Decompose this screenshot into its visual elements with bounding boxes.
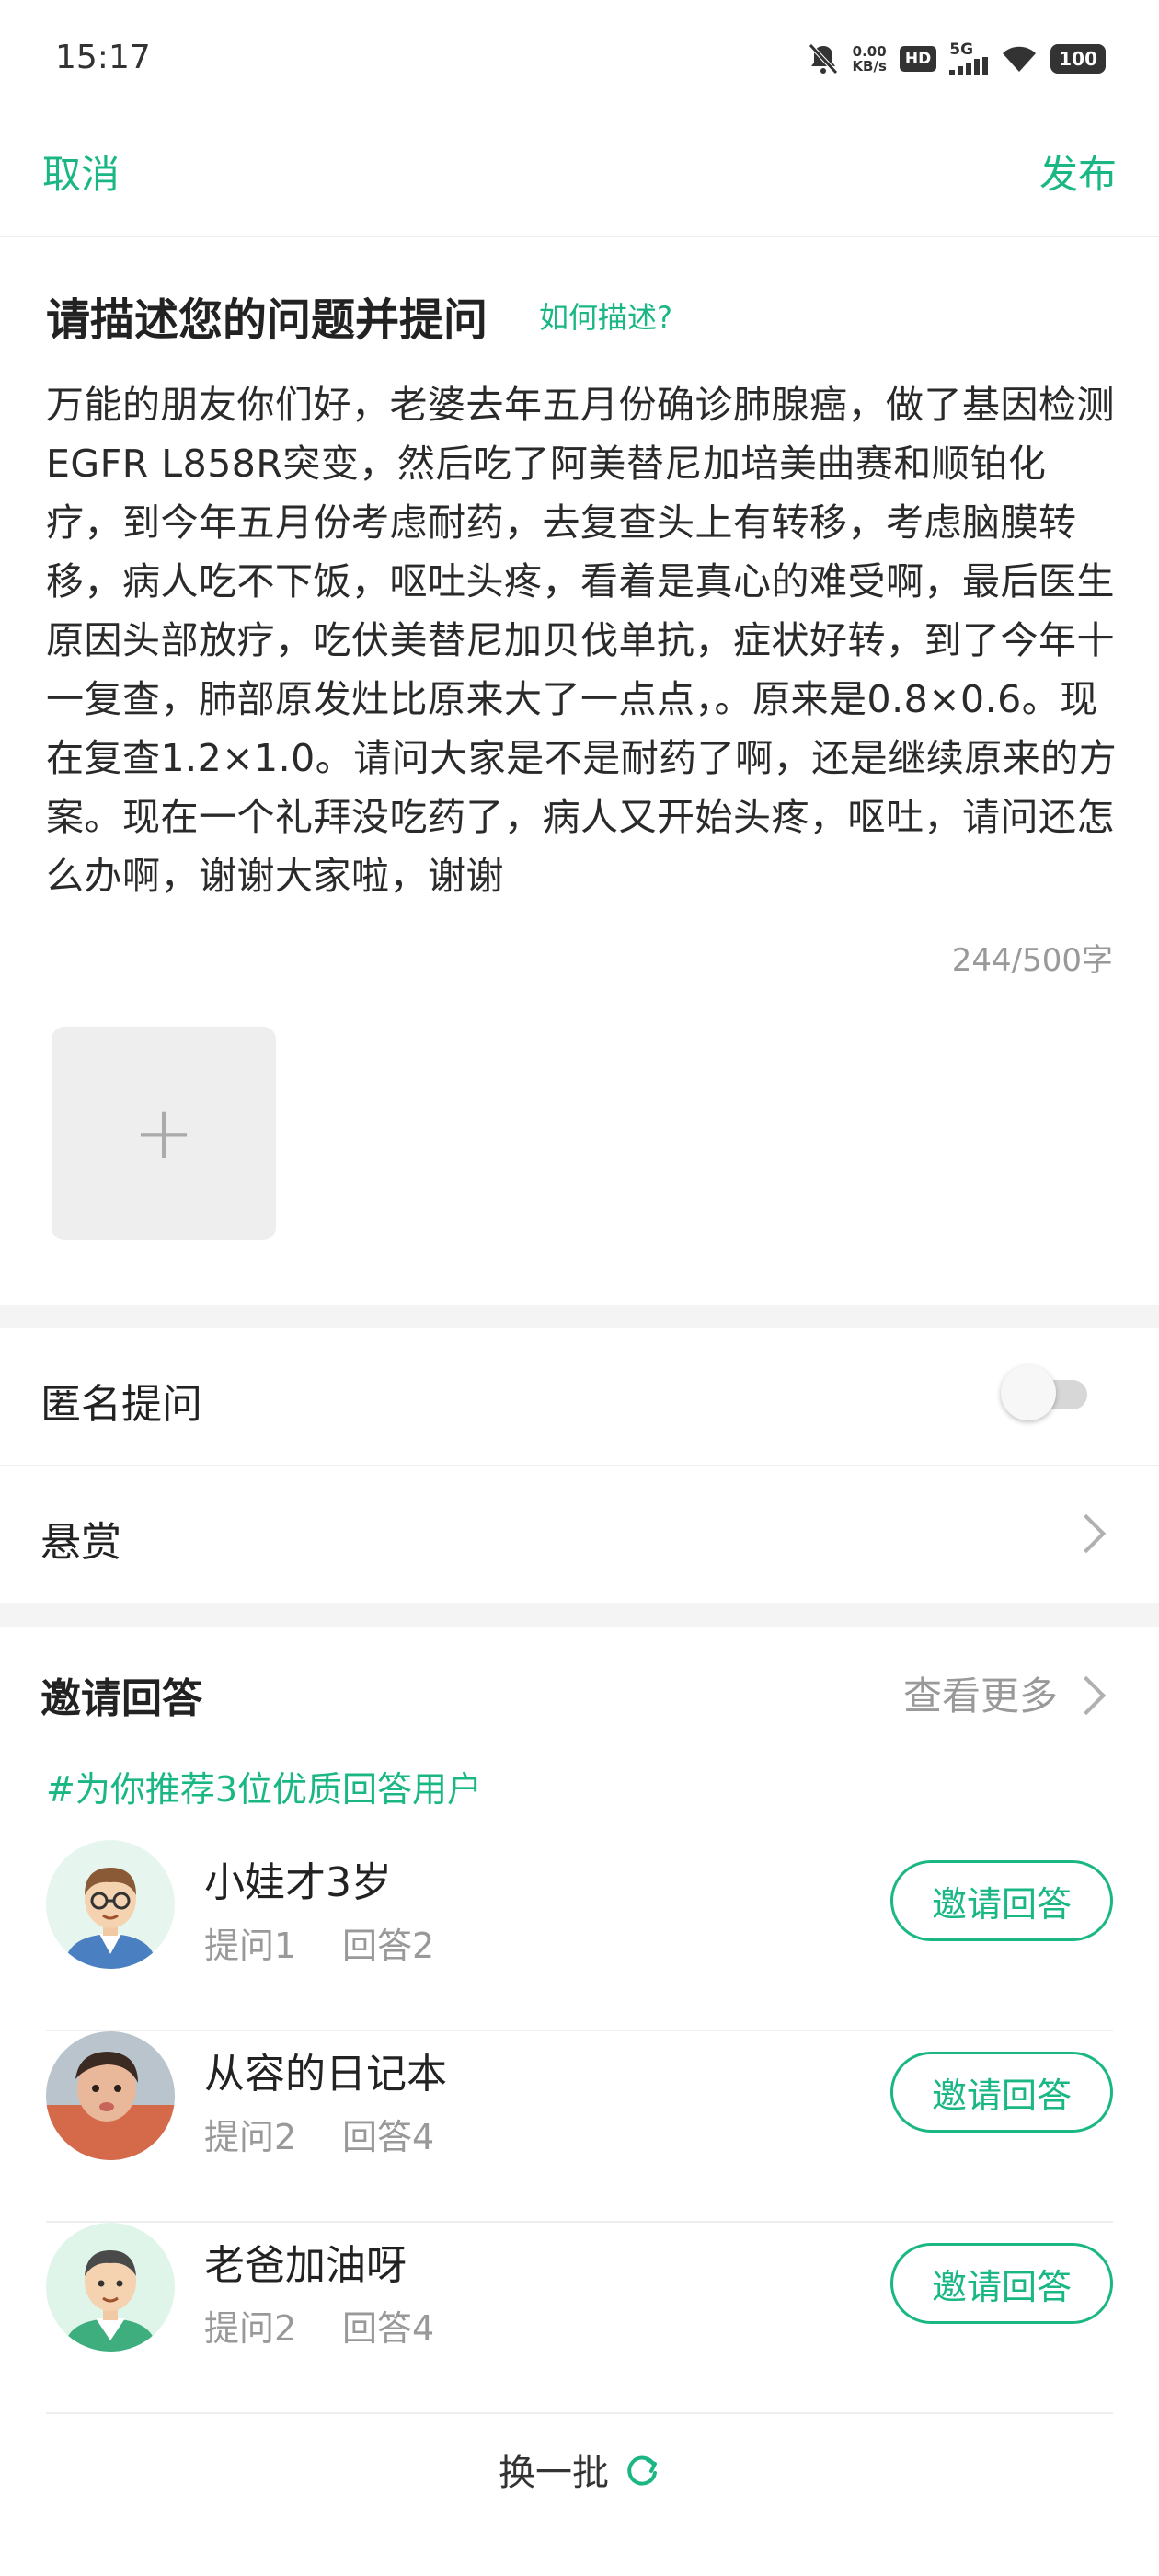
status-icons: 0.00 KB/s HD 5G 100 [808,39,1106,79]
refresh-button[interactable]: 换一批 [0,2443,1159,2496]
hd-badge: HD [899,46,937,72]
invite-answer-button[interactable]: 邀请回答 [890,2243,1113,2324]
user-question-count: 提问1 [204,1926,297,1966]
reward-label: 悬赏 [40,1519,121,1566]
user-name: 小娃才3岁 [204,1859,392,1906]
list-item: 从容的日记本 提问2 回答4 邀请回答 [46,2031,1113,2223]
toggle-knob [1001,1365,1056,1420]
question-title: 请描述您的问题并提问 [46,294,488,346]
wifi-icon [1003,46,1037,72]
plus-icon: + [132,1090,195,1176]
status-time: 15:17 [55,39,151,76]
net-speed-value: 0.00 [852,43,887,60]
network-type: 5G [949,40,974,59]
battery-icon: 100 [1050,44,1106,74]
user-name: 从容的日记本 [204,2051,447,2098]
invite-title: 邀请回答 [40,1675,202,1722]
question-textarea[interactable]: 万能的朋友你们好，老婆去年五月份确诊肺腺癌，做了基因检测EGFR L858R突变… [46,375,1122,905]
anonymous-label: 匿名提问 [40,1381,202,1428]
anonymous-row: 匿名提问 [0,1328,1159,1463]
section-gap [0,1305,1159,1328]
divider [46,2412,1113,2414]
how-to-describe-link[interactable]: 如何描述? [539,294,672,337]
avatar [46,2223,175,2352]
user-answer-count: 回答4 [342,2117,435,2157]
section-gap [0,1603,1159,1627]
invite-answer-button[interactable]: 邀请回答 [890,1860,1113,1941]
refresh-icon [627,2455,657,2486]
recommend-text: #为你推荐3位优质回答用户 [46,1769,483,1810]
bell-off-icon [809,43,839,75]
refresh-inner: 换一批 [499,2443,660,2496]
user-question-count: 提问2 [204,2308,297,2349]
net-speed: 0.00 KB/s [852,44,886,74]
avatar [46,1840,175,1969]
see-more-link[interactable]: 查看更多 [903,1665,1058,1721]
chevron-right-icon [1066,1513,1107,1554]
net-speed-unit: KB/s [852,58,887,75]
char-counter: 244/500字 [951,942,1113,979]
list-item: 老爸加油呀 提问2 回答4 邀请回答 [46,2223,1113,2414]
user-answer-count: 回答2 [342,1926,435,1966]
top-bar: 取消 发布 [0,120,1159,237]
cellular-signal: 5G [949,40,989,75]
user-question-count: 提问2 [204,2117,297,2157]
cancel-button[interactable]: 取消 [42,144,120,200]
refresh-label: 换一批 [499,2452,609,2494]
reward-row[interactable]: 悬赏 [0,1466,1159,1601]
user-name: 老爸加油呀 [204,2242,407,2289]
list-item: 小娃才3岁 提问1 回答2 邀请回答 [46,1840,1113,2031]
add-photo-button[interactable]: + [52,1027,276,1240]
anonymous-toggle[interactable] [1001,1365,1089,1420]
publish-button[interactable]: 发布 [1039,144,1117,200]
signal-bars-icon [949,57,989,75]
status-bar: 15:17 0.00 KB/s HD 5G 100 [0,0,1159,120]
user-answer-count: 回答4 [342,2308,435,2349]
invite-answer-button[interactable]: 邀请回答 [890,2052,1113,2133]
avatar [46,2031,175,2160]
chevron-right-icon[interactable] [1066,1675,1107,1716]
